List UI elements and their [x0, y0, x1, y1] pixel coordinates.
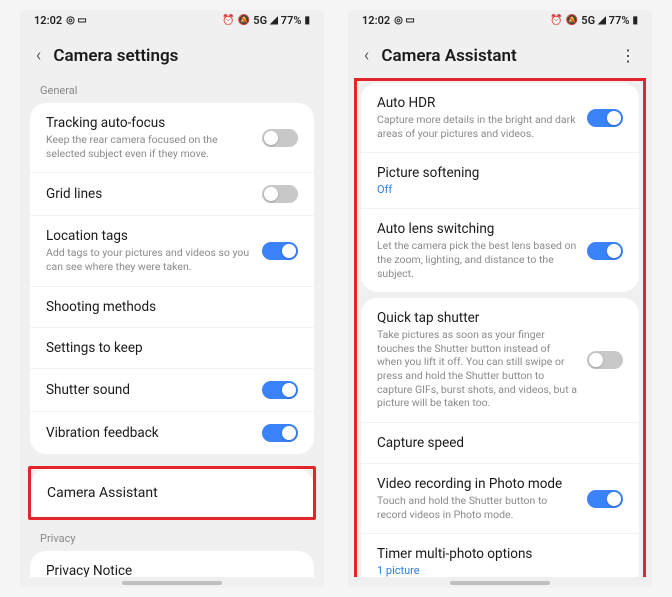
- status-notif-icons: ◎ ▭: [394, 15, 415, 26]
- row-video-recording[interactable]: Video recording in Photo mode Touch and …: [361, 464, 639, 534]
- toggle-video-recording[interactable]: [587, 490, 623, 508]
- battery-icon: ▮: [632, 15, 638, 26]
- row-shutter-sound[interactable]: Shutter sound: [30, 369, 314, 412]
- privacy-card: Privacy Notice: [30, 551, 314, 577]
- row-timer-options[interactable]: Timer multi-photo options 1 picture: [361, 534, 639, 577]
- row-shooting-methods[interactable]: Shooting methods: [30, 287, 314, 328]
- row-title: Video recording in Photo mode: [377, 476, 577, 492]
- row-title: Shooting methods: [46, 299, 298, 315]
- battery-pct: 77%: [609, 14, 630, 27]
- phone-camera-settings: 12:02 ◎ ▭ ⏰ 🔕 5G ◢ 77% ▮ ‹ Camera settin…: [20, 10, 324, 587]
- assistant-content[interactable]: Auto HDR Capture more details in the bri…: [348, 76, 652, 577]
- row-title: Location tags: [46, 228, 252, 244]
- row-camera-assistant[interactable]: Camera Assistant: [31, 469, 313, 517]
- toggle-quick-tap[interactable]: [587, 351, 623, 369]
- row-value: 1 picture: [377, 564, 623, 577]
- row-capture-speed[interactable]: Capture speed: [361, 423, 639, 464]
- alarm-icon: ⏰: [222, 15, 234, 26]
- row-title: Camera Assistant: [47, 485, 158, 501]
- row-title: Timer multi-photo options: [377, 546, 623, 562]
- toggle-grid-lines[interactable]: [262, 185, 298, 203]
- header: ‹ Camera settings: [20, 31, 324, 76]
- toggle-tracking-autofocus[interactable]: [262, 129, 298, 147]
- highlight-camera-assistant: Camera Assistant: [28, 466, 316, 520]
- row-title: Grid lines: [46, 186, 252, 202]
- section-privacy-label: Privacy: [20, 524, 324, 551]
- battery-icon: ▮: [304, 15, 310, 26]
- alarm-icon: ⏰: [550, 15, 562, 26]
- phone-camera-assistant: 12:02 ◎ ▭ ⏰ 🔕 5G ◢ 77% ▮ ‹ Camera Assist…: [348, 10, 652, 587]
- row-privacy-notice[interactable]: Privacy Notice: [30, 551, 314, 577]
- status-notif-icons: ◎ ▭: [66, 15, 87, 26]
- row-grid-lines[interactable]: Grid lines: [30, 173, 314, 216]
- more-button[interactable]: ⋮: [620, 46, 636, 65]
- toggle-auto-hdr[interactable]: [587, 109, 623, 127]
- row-title: Quick tap shutter: [377, 310, 577, 326]
- gesture-bar[interactable]: [122, 581, 222, 585]
- row-desc: Add tags to your pictures and videos so …: [46, 246, 252, 273]
- row-title: Tracking auto-focus: [46, 115, 252, 131]
- network-label: 5G: [253, 14, 267, 27]
- row-picture-softening[interactable]: Picture softening Off: [361, 153, 639, 209]
- row-desc: Let the camera pick the best lens based …: [377, 239, 577, 280]
- header: ‹ Camera Assistant ⋮: [348, 31, 652, 76]
- row-title: Shutter sound: [46, 382, 252, 398]
- highlight-assistant-options: Auto HDR Capture more details in the bri…: [354, 78, 646, 577]
- row-tracking-autofocus[interactable]: Tracking auto-focus Keep the rear camera…: [30, 103, 314, 173]
- status-bar: 12:02 ◎ ▭ ⏰ 🔕 5G ◢ 77% ▮: [348, 10, 652, 31]
- assistant-card-2: Quick tap shutter Take pictures as soon …: [361, 298, 639, 577]
- row-auto-lens[interactable]: Auto lens switching Let the camera pick …: [361, 209, 639, 292]
- row-title: Auto HDR: [377, 95, 577, 111]
- row-title: Privacy Notice: [46, 563, 298, 577]
- battery-pct: 77%: [281, 14, 302, 27]
- mute-icon: 🔕: [566, 15, 578, 26]
- toggle-auto-lens[interactable]: [587, 242, 623, 260]
- row-title: Auto lens switching: [377, 221, 577, 237]
- gesture-bar[interactable]: [450, 581, 550, 585]
- general-card: Tracking auto-focus Keep the rear camera…: [30, 103, 314, 454]
- status-time: 12:02: [362, 14, 390, 27]
- row-desc: Touch and hold the Shutter button to rec…: [377, 494, 577, 521]
- back-button[interactable]: ‹: [36, 45, 41, 66]
- row-title: Vibration feedback: [46, 425, 252, 441]
- back-button[interactable]: ‹: [364, 45, 369, 66]
- row-desc: Keep the rear camera focused on the sele…: [46, 133, 252, 160]
- status-bar: 12:02 ◎ ▭ ⏰ 🔕 5G ◢ 77% ▮: [20, 10, 324, 31]
- row-settings-to-keep[interactable]: Settings to keep: [30, 328, 314, 369]
- signal-icon: ◢: [598, 15, 606, 26]
- row-auto-hdr[interactable]: Auto HDR Capture more details in the bri…: [361, 83, 639, 153]
- toggle-shutter-sound[interactable]: [262, 381, 298, 399]
- row-title: Picture softening: [377, 165, 623, 181]
- page-title: Camera Assistant: [381, 46, 516, 66]
- section-general-label: General: [20, 76, 324, 103]
- row-quick-tap[interactable]: Quick tap shutter Take pictures as soon …: [361, 298, 639, 423]
- row-title: Capture speed: [377, 435, 623, 451]
- page-title: Camera settings: [53, 46, 178, 66]
- toggle-location-tags[interactable]: [262, 242, 298, 260]
- row-location-tags[interactable]: Location tags Add tags to your pictures …: [30, 216, 314, 286]
- row-vibration-feedback[interactable]: Vibration feedback: [30, 412, 314, 454]
- assistant-card-1: Auto HDR Capture more details in the bri…: [361, 83, 639, 292]
- network-label: 5G: [581, 14, 595, 27]
- row-title: Settings to keep: [46, 340, 298, 356]
- toggle-vibration-feedback[interactable]: [262, 424, 298, 442]
- row-desc: Capture more details in the bright and d…: [377, 113, 577, 140]
- status-time: 12:02: [34, 14, 62, 27]
- settings-content[interactable]: General Tracking auto-focus Keep the rea…: [20, 76, 324, 577]
- signal-icon: ◢: [270, 15, 278, 26]
- row-desc: Take pictures as soon as your finger tou…: [377, 328, 577, 410]
- row-value: Off: [377, 183, 623, 196]
- mute-icon: 🔕: [238, 15, 250, 26]
